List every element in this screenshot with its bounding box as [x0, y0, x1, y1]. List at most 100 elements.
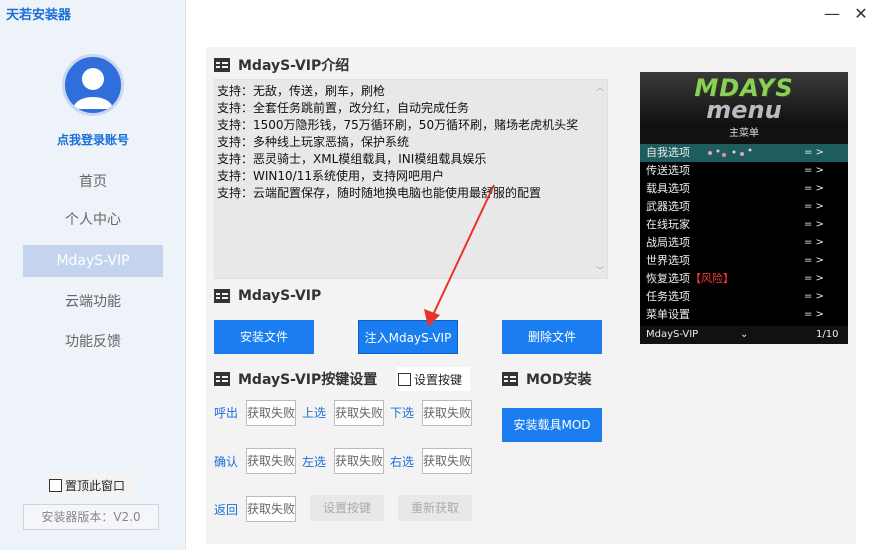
menu-item-label: 菜单设置	[646, 308, 690, 321]
menu-item-arrow: = >	[804, 237, 824, 248]
menu-item-arrow: = >	[804, 309, 824, 320]
install-files-button[interactable]: 安装文件	[214, 320, 314, 354]
menu-item: 恢复选项【风险】 = >	[640, 270, 848, 288]
menu-item: 战局选项 = >	[640, 234, 848, 252]
menu-item-label: 自我选项	[646, 146, 690, 159]
intro-line: 支持：恶灵骑士，XML模组载具，INI模组载具娱乐	[217, 152, 487, 166]
menu-item-label: 武器选项	[646, 200, 690, 213]
menu-header: 主菜单	[640, 124, 848, 144]
nav-item-profile[interactable]: 个人中心	[23, 204, 163, 236]
avatar[interactable]	[62, 54, 124, 116]
table-icon	[502, 372, 518, 386]
checkbox-icon	[49, 478, 62, 492]
intro-line: 支持：无敌，传送，刷车，刷枪	[217, 84, 386, 98]
menu-item-warning: 【风险】	[690, 272, 734, 285]
key-box-call[interactable]: 获取失败	[246, 400, 296, 426]
inject-vip-button[interactable]: 注入MdayS-VIP	[358, 320, 458, 354]
menu-item: 传送选项 = >	[640, 162, 848, 180]
scroll-up-icon[interactable]: ︿	[596, 82, 604, 93]
nav-item-mdays-vip[interactable]: MdayS-VIP	[23, 245, 163, 277]
key-label-down: 下选	[390, 406, 415, 420]
pin-window-label: 置顶此窗口	[65, 478, 126, 493]
vip-section-title: MdayS-VIP	[214, 288, 321, 304]
menu-item-label: 任务选项	[646, 290, 690, 303]
table-icon	[214, 289, 230, 303]
key-box-back[interactable]: 获取失败	[246, 496, 296, 522]
key-label-back: 返回	[214, 503, 239, 517]
sidebar: 天若安装器 点我登录账号 首页 个人中心 MdayS-VIP 云端功能 功能反馈…	[0, 0, 186, 550]
menu-banner: MDAYS menu	[640, 72, 848, 124]
key-label-left: 左选	[302, 455, 327, 469]
intro-section-title: MdayS-VIP介绍	[214, 55, 349, 75]
pin-window-checkbox[interactable]: 置顶此窗口	[46, 474, 136, 496]
mod-title-text: MOD安装	[526, 372, 592, 388]
intro-line: 支持：WIN10/11系统使用，支持网吧用户	[217, 169, 444, 183]
menu-item-label: 载具选项	[646, 182, 690, 195]
keys-section-title: MdayS-VIP按键设置	[214, 369, 377, 389]
menu-item-arrow: = >	[804, 255, 824, 266]
menu-item-arrow: = >	[804, 201, 824, 212]
menu-item: 菜单设置 = >	[640, 306, 848, 324]
menu-item: 世界选项 = >	[640, 252, 848, 270]
minimize-button[interactable]: —	[822, 4, 842, 23]
menu-item-arrow: = >	[804, 183, 824, 194]
menu-item-arrow: = >	[804, 219, 824, 230]
key-box-confirm[interactable]: 获取失败	[246, 448, 296, 474]
mod-section-title: MOD安装	[502, 369, 591, 389]
menu-preview: MDAYS menu 主菜单 自我选项 = > 传送选项 = > 载具选项 = …	[640, 72, 848, 344]
menu-item-label: 恢复选项	[646, 272, 690, 285]
intro-line: 支持：1500万隐形钱，75万循环刷，50万循环刷，赌场老虎机头奖	[217, 118, 579, 132]
blossom-decoration-icon	[708, 148, 752, 157]
menu-footer-page: 1/10	[816, 329, 839, 340]
intro-textarea[interactable]: 支持：无敌，传送，刷车，刷枪 支持：全套任务跳前置，改分红，自动完成任务 支持：…	[214, 79, 608, 279]
menu-item-arrow: = >	[804, 165, 824, 176]
chevron-down-icon: ⌄	[740, 329, 749, 340]
banner-subtitle: menu	[706, 96, 782, 124]
keys-title-text: MdayS-VIP按键设置	[238, 372, 378, 388]
nav-item-cloud[interactable]: 云端功能	[23, 286, 163, 318]
version-label: 安装器版本：V2.0	[23, 504, 159, 530]
menu-item: 载具选项 = >	[640, 180, 848, 198]
refresh-keys-button[interactable]: 重新获取	[398, 495, 472, 521]
menu-item-arrow: = >	[804, 147, 824, 158]
scroll-down-icon[interactable]: ﹀	[596, 265, 604, 276]
set-keys-checkbox[interactable]: 设置按键	[396, 367, 470, 391]
main-panel: MdayS-VIP介绍 支持：无敌，传送，刷车，刷枪 支持：全套任务跳前置，改分…	[206, 47, 856, 544]
intro-line: 支持：全套任务跳前置，改分红，自动完成任务	[217, 101, 470, 115]
key-box-right[interactable]: 获取失败	[422, 448, 472, 474]
install-vehicle-mod-button[interactable]: 安装载具MOD	[502, 408, 602, 442]
app-title: 天若安装器	[6, 8, 72, 23]
menu-item-label: 世界选项	[646, 254, 690, 267]
set-keys-check-label: 设置按键	[414, 372, 463, 387]
menu-item: 在线玩家 = >	[640, 216, 848, 234]
menu-item-label: 传送选项	[646, 164, 690, 177]
intro-line: 支持：云端配置保存，随时随地换电脑也能使用最舒服的配置	[217, 186, 542, 200]
intro-line: 支持：多种线上玩家恶搞，保护系统	[217, 135, 410, 149]
menu-item-arrow: = >	[804, 273, 824, 284]
delete-files-button[interactable]: 删除文件	[502, 320, 602, 354]
menu-item-label: 战局选项	[646, 236, 690, 249]
table-icon	[214, 58, 230, 72]
login-link[interactable]: 点我登录账号	[0, 131, 186, 148]
nav-item-feedback[interactable]: 功能反馈	[23, 326, 163, 358]
key-box-up[interactable]: 获取失败	[334, 400, 384, 426]
intro-title-text: MdayS-VIP介绍	[238, 58, 350, 74]
menu-footer: MdayS-VIP ⌄ 1/10	[640, 326, 848, 344]
close-button[interactable]: ✕	[851, 4, 871, 23]
menu-footer-name: MdayS-VIP	[646, 329, 699, 340]
key-box-left[interactable]: 获取失败	[334, 448, 384, 474]
vip-title-text: MdayS-VIP	[238, 288, 322, 304]
key-label-call: 呼出	[214, 406, 239, 420]
menu-item-arrow: = >	[804, 291, 824, 302]
key-label-confirm: 确认	[214, 455, 239, 469]
table-icon	[214, 372, 230, 386]
user-icon	[73, 68, 113, 109]
checkbox-icon	[398, 372, 411, 386]
set-keys-button[interactable]: 设置按键	[310, 495, 384, 521]
key-label-up: 上选	[302, 406, 327, 420]
menu-item-label: 在线玩家	[646, 218, 690, 231]
key-box-down[interactable]: 获取失败	[422, 400, 472, 426]
nav-item-home[interactable]: 首页	[23, 166, 163, 198]
key-label-right: 右选	[390, 455, 415, 469]
intro-scrollbar[interactable]: ︿ ﹀	[593, 80, 607, 278]
